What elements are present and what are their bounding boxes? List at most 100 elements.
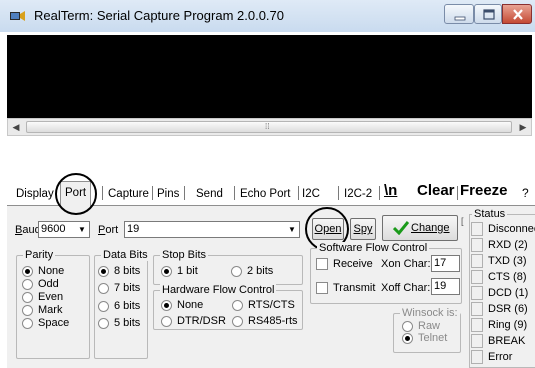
- parity-none-radio[interactable]: [22, 266, 33, 277]
- status-break: BREAK: [488, 335, 526, 347]
- hw-flow-dtrdsr-radio[interactable]: [161, 316, 172, 327]
- xon-label: Xon Char:: [381, 258, 431, 270]
- clear-button[interactable]: Clear: [417, 182, 455, 200]
- tab-display[interactable]: Display: [16, 185, 54, 203]
- chevron-down-icon[interactable]: ▼: [285, 222, 299, 237]
- data-bits-7-label: 7 bits: [114, 282, 141, 294]
- parity-even-radio[interactable]: [22, 292, 33, 303]
- hw-flow-rtscts-label: RTS/CTS: [248, 299, 295, 311]
- data-bits-8-radio[interactable]: [98, 266, 109, 277]
- hw-flow-none-radio[interactable]: [161, 300, 172, 311]
- tab-separator: [457, 186, 458, 200]
- maximize-button[interactable]: [474, 4, 502, 24]
- chevron-down-icon[interactable]: ▼: [75, 222, 89, 237]
- status-led: [471, 350, 483, 364]
- parity-none-label: None: [38, 265, 65, 277]
- port-combo[interactable]: 19 ▼: [124, 221, 300, 238]
- status-dcd: DCD (1): [488, 287, 529, 299]
- parity-title: Parity: [23, 249, 56, 261]
- stop-bits-1-radio[interactable]: [161, 266, 172, 277]
- tab-separator: [338, 186, 339, 200]
- baud-combo[interactable]: 9600 ▼: [38, 221, 90, 238]
- tab-send[interactable]: Send: [196, 185, 223, 203]
- status-cts: CTS (8): [488, 271, 527, 283]
- data-bits-6-label: 6 bits: [114, 300, 141, 312]
- grip-icon: ⁞⁞: [265, 122, 270, 131]
- stop-bits-2-radio[interactable]: [231, 266, 242, 277]
- status-disconnect: Disconnect: [488, 223, 535, 235]
- xon-char-input[interactable]: 17: [431, 255, 460, 272]
- baud-value: 9600: [41, 223, 66, 235]
- parity-even-label: Even: [38, 291, 64, 303]
- tab-i2c[interactable]: I2C: [302, 185, 320, 203]
- spacer: [7, 136, 532, 176]
- data-bits-8-label: 8 bits: [114, 265, 141, 277]
- port-value: 19: [127, 223, 140, 235]
- tab-echo-port[interactable]: Echo Port: [240, 185, 291, 203]
- xoff-char-input[interactable]: 19: [431, 278, 460, 295]
- horizontal-scrollbar[interactable]: ◀ ⁞⁞ ▶: [7, 118, 532, 136]
- tab-i2c-2[interactable]: I2C-2: [344, 185, 372, 203]
- tab-separator: [379, 186, 380, 200]
- spy-button[interactable]: Spy: [350, 218, 376, 240]
- stop-bits-title: Stop Bits: [160, 249, 209, 261]
- close-button[interactable]: [502, 4, 532, 24]
- transmit-checkbox[interactable]: [316, 282, 328, 294]
- status-rxd: RXD (2): [488, 239, 528, 251]
- minimize-icon: [454, 16, 466, 21]
- xoff-label: Xoff Char:: [381, 282, 431, 294]
- green-checkmark-icon: [393, 221, 409, 235]
- freeze-button[interactable]: Freeze: [460, 182, 508, 200]
- receive-checkbox[interactable]: [316, 258, 328, 270]
- hw-flow-rtscts-radio[interactable]: [232, 300, 243, 311]
- hw-flow-dtrdsr-label: DTR/DSR: [177, 315, 226, 327]
- hw-flow-none-label: None: [177, 299, 204, 311]
- scrollbar-thumb[interactable]: ⁞⁞: [26, 121, 512, 133]
- change-button[interactable]: Change: [382, 215, 458, 241]
- status-led: [471, 270, 483, 284]
- winsock-telnet-radio[interactable]: [402, 333, 413, 344]
- newline-button[interactable]: \n: [384, 182, 397, 200]
- winsock-telnet-label: Telnet: [418, 332, 448, 344]
- tab-separator: [234, 186, 235, 200]
- close-icon: [513, 9, 523, 20]
- realterm-window: RealTerm: Serial Capture Program 2.0.0.7…: [0, 0, 535, 368]
- data-bits-5-radio[interactable]: [98, 318, 109, 329]
- parity-space-label: Space: [38, 317, 70, 329]
- parity-mark-radio[interactable]: [22, 305, 33, 316]
- winsock-title: Winsock is:: [400, 307, 460, 319]
- hw-flow-title: Hardware Flow Control: [160, 284, 277, 296]
- tab-separator: [152, 186, 153, 200]
- realterm-app-icon: [10, 11, 25, 21]
- minimize-button[interactable]: [444, 4, 474, 24]
- tab-pins[interactable]: Pins: [157, 185, 179, 203]
- data-bits-6-radio[interactable]: [98, 301, 109, 312]
- tab-separator: [184, 186, 185, 200]
- parity-space-radio[interactable]: [22, 318, 33, 329]
- scroll-left-icon[interactable]: ◀: [8, 119, 24, 135]
- maximize-icon: [483, 9, 495, 20]
- window-title: RealTerm: Serial Capture Program 2.0.0.7…: [34, 8, 285, 23]
- tab-capture[interactable]: Capture: [108, 185, 149, 203]
- winsock-raw-label: Raw: [418, 320, 441, 332]
- tab-separator: [102, 186, 103, 200]
- hw-flow-rs485-label: RS485-rts: [248, 315, 298, 327]
- status-led: [471, 254, 483, 268]
- status-led: [471, 334, 483, 348]
- stop-bits-group: Stop Bits: [153, 249, 303, 285]
- status-led: [471, 238, 483, 252]
- hw-flow-rs485-radio[interactable]: [232, 316, 243, 327]
- status-title: Status: [472, 208, 508, 220]
- winsock-raw-radio[interactable]: [402, 321, 413, 332]
- status-txd: TXD (3): [488, 255, 527, 267]
- help-button[interactable]: ?: [522, 184, 529, 202]
- tab-separator: [298, 186, 299, 200]
- data-bits-7-radio[interactable]: [98, 283, 109, 294]
- port-label: Port: [98, 224, 119, 236]
- parity-odd-radio[interactable]: [22, 279, 33, 290]
- scroll-right-icon[interactable]: ▶: [515, 119, 531, 135]
- parity-odd-label: Odd: [38, 278, 59, 290]
- transmit-label: Transmit: [333, 282, 376, 294]
- terminal-display[interactable]: [7, 35, 532, 118]
- status-led: [471, 286, 483, 300]
